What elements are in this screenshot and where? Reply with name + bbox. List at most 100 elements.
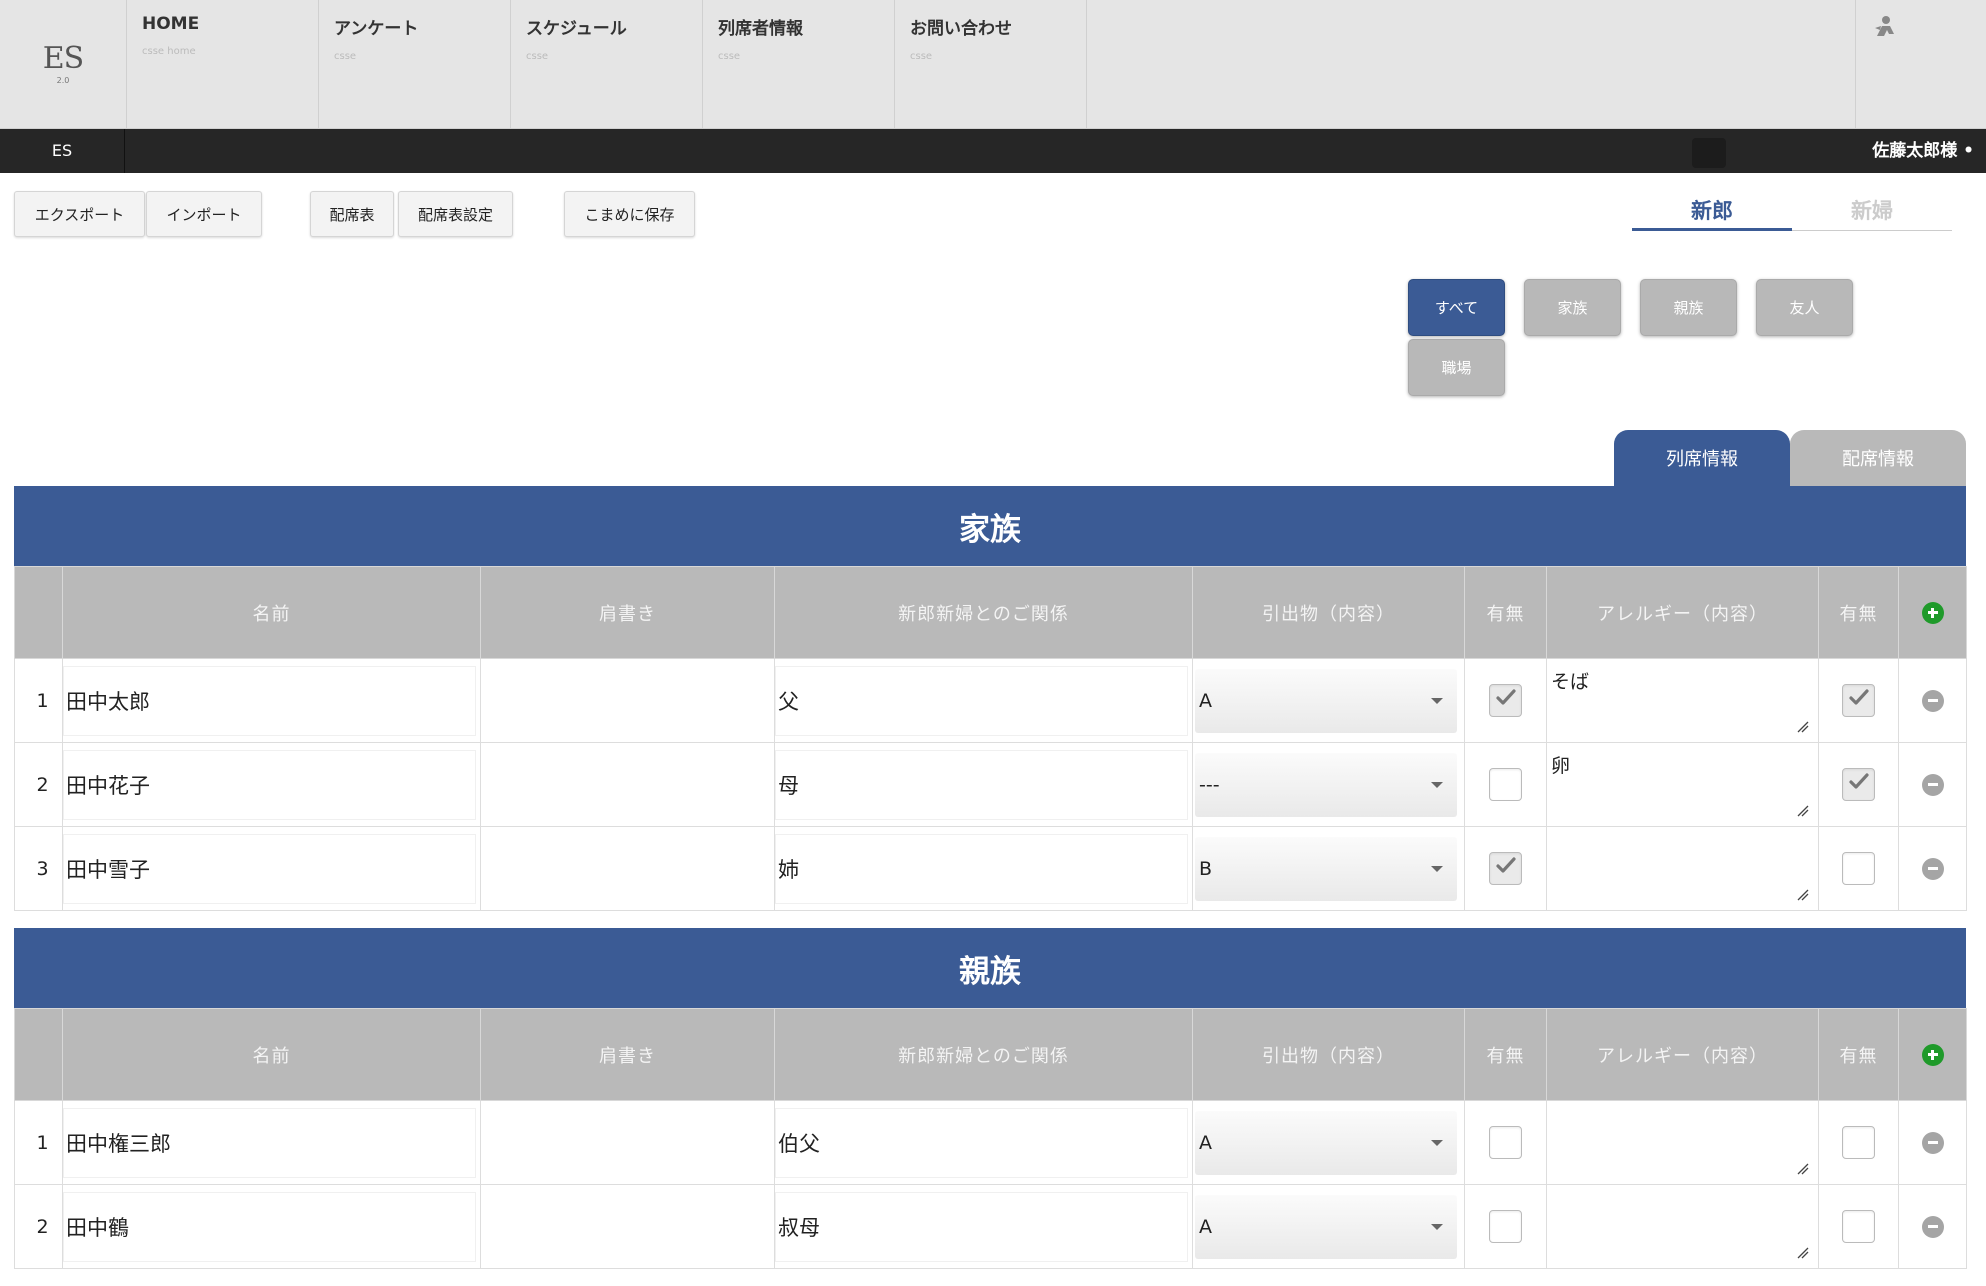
nav-attendees-label: 列席者情報 bbox=[718, 19, 803, 39]
title-input[interactable] bbox=[481, 1192, 770, 1262]
allergy-textarea[interactable]: 卵 bbox=[1549, 749, 1813, 821]
relation-input[interactable]: 叔母 bbox=[775, 1191, 1188, 1262]
chevron-down-icon bbox=[1431, 697, 1443, 704]
gift-select-value: A bbox=[1199, 1215, 1212, 1238]
add-row-icon[interactable] bbox=[1921, 1043, 1944, 1066]
filter-work[interactable]: 職場 bbox=[1408, 339, 1505, 396]
allergy-text: そば bbox=[1551, 670, 1590, 693]
name-cell: 田中太郎 bbox=[62, 658, 481, 743]
col-gift-check: 有無 bbox=[1464, 1008, 1547, 1101]
title-input[interactable] bbox=[481, 750, 770, 820]
es-logo[interactable]: ES 2.0 bbox=[0, 0, 127, 129]
col-add bbox=[1898, 566, 1967, 659]
import-button[interactable]: インポート bbox=[146, 191, 262, 237]
filter-relatives[interactable]: 親族 bbox=[1640, 279, 1737, 336]
table-row: 2 田中鶴 叔母 A bbox=[14, 1184, 1967, 1269]
allergy-checkbox[interactable] bbox=[1842, 768, 1875, 801]
gift-select[interactable]: B bbox=[1195, 836, 1457, 901]
user-menu-button[interactable] bbox=[1856, 0, 1986, 129]
title-input[interactable] bbox=[481, 834, 770, 904]
nav-attendees-sub: csse bbox=[718, 51, 741, 62]
seating-chart-button[interactable]: 配席表 bbox=[310, 191, 394, 237]
remove-row-icon[interactable] bbox=[1921, 857, 1944, 880]
gift-checkbox[interactable] bbox=[1489, 852, 1522, 885]
relation-input[interactable]: 姉 bbox=[775, 833, 1188, 904]
nav-contact-label: お問い合わせ bbox=[910, 19, 1012, 39]
gift-select[interactable]: --- bbox=[1195, 752, 1457, 817]
nav-schedule[interactable]: スケジュール csse bbox=[511, 0, 703, 129]
checkmark-icon bbox=[1848, 688, 1870, 713]
nav-contact[interactable]: お問い合わせ csse bbox=[895, 0, 1087, 129]
remove-row-icon[interactable] bbox=[1921, 1215, 1944, 1238]
allergy-checkbox[interactable] bbox=[1842, 1126, 1875, 1159]
allergy-checkbox[interactable] bbox=[1842, 852, 1875, 885]
tab-groom[interactable]: 新郎 bbox=[1632, 195, 1792, 231]
nav-home-sub: csse home bbox=[142, 46, 196, 57]
tab-attendance-info[interactable]: 列席情報 bbox=[1614, 430, 1790, 486]
col-add bbox=[1898, 1008, 1967, 1101]
relation-input[interactable]: 父 bbox=[775, 665, 1188, 736]
remove-row-icon[interactable] bbox=[1921, 773, 1944, 796]
export-button[interactable]: エクスポート bbox=[14, 191, 145, 237]
chevron-down-icon bbox=[1431, 1139, 1443, 1146]
name-input[interactable]: 田中花子 bbox=[63, 749, 476, 820]
checkmark-icon bbox=[1495, 856, 1517, 881]
name-input[interactable]: 田中鶴 bbox=[63, 1191, 476, 1262]
allergy-cell bbox=[1546, 826, 1819, 911]
allergy-textarea[interactable] bbox=[1549, 1191, 1813, 1263]
user-name[interactable]: 佐藤太郎様 • bbox=[1872, 129, 1974, 173]
relation-cell: 父 bbox=[774, 658, 1193, 743]
allergy-checkbox[interactable] bbox=[1842, 1210, 1875, 1243]
col-name: 名前 bbox=[62, 1008, 481, 1101]
nav-home[interactable]: HOME csse home bbox=[127, 0, 319, 129]
table-row: 1 田中権三郎 伯父 A bbox=[14, 1100, 1967, 1185]
allergy-textarea[interactable] bbox=[1549, 1107, 1813, 1179]
autosave-button[interactable]: こまめに保存 bbox=[564, 191, 695, 237]
gift-cell: A bbox=[1192, 658, 1465, 743]
relation-input[interactable]: 伯父 bbox=[775, 1107, 1188, 1178]
remove-cell bbox=[1898, 742, 1967, 827]
remove-cell bbox=[1898, 1184, 1967, 1269]
gift-checkbox[interactable] bbox=[1489, 1210, 1522, 1243]
gift-checkbox[interactable] bbox=[1489, 768, 1522, 801]
seating-settings-button[interactable]: 配席表設定 bbox=[398, 191, 513, 237]
gift-select[interactable]: A bbox=[1195, 668, 1457, 733]
nav-attendees[interactable]: 列席者情報 csse bbox=[703, 0, 895, 129]
name-input[interactable]: 田中雪子 bbox=[63, 833, 476, 904]
nav-survey[interactable]: アンケート csse bbox=[319, 0, 511, 129]
allergy-check-cell bbox=[1818, 1100, 1899, 1185]
gift-select[interactable]: A bbox=[1195, 1194, 1457, 1259]
allergy-textarea[interactable] bbox=[1549, 833, 1813, 905]
name-input[interactable]: 田中権三郎 bbox=[63, 1107, 476, 1178]
nav-schedule-label: スケジュール bbox=[526, 19, 627, 39]
name-cell: 田中雪子 bbox=[62, 826, 481, 911]
filter-all[interactable]: すべて bbox=[1408, 279, 1505, 336]
gift-select[interactable]: A bbox=[1195, 1110, 1457, 1175]
filter-friends[interactable]: 友人 bbox=[1756, 279, 1853, 336]
section-title-family: 家族 bbox=[14, 486, 1966, 566]
remove-row-icon[interactable] bbox=[1921, 1131, 1944, 1154]
table-header-row: 名前 肩書き 新郎新婦とのご関係 引出物（内容） 有無 アレルギー（内容） 有無 bbox=[14, 566, 1967, 659]
remove-row-icon[interactable] bbox=[1921, 689, 1944, 712]
bar-square-button[interactable] bbox=[1692, 138, 1726, 168]
name-cell: 田中鶴 bbox=[62, 1184, 481, 1269]
tab-bride[interactable]: 新婦 bbox=[1792, 195, 1952, 231]
nav-survey-sub: csse bbox=[334, 51, 357, 62]
gift-cell: --- bbox=[1192, 742, 1465, 827]
name-input[interactable]: 田中太郎 bbox=[63, 665, 476, 736]
gift-select-value: A bbox=[1199, 689, 1212, 712]
title-input[interactable] bbox=[481, 1108, 770, 1178]
nav-contact-sub: csse bbox=[910, 51, 933, 62]
allergy-textarea[interactable]: そば bbox=[1549, 665, 1813, 737]
filter-family[interactable]: 家族 bbox=[1524, 279, 1621, 336]
gift-checkbox[interactable] bbox=[1489, 684, 1522, 717]
col-allergy: アレルギー（内容） bbox=[1546, 1008, 1819, 1101]
allergy-checkbox[interactable] bbox=[1842, 684, 1875, 717]
add-row-icon[interactable] bbox=[1921, 601, 1944, 624]
tab-seating-info[interactable]: 配席情報 bbox=[1790, 430, 1966, 486]
sub-header-label: ES bbox=[0, 129, 125, 173]
relation-input[interactable]: 母 bbox=[775, 749, 1188, 820]
nav-spacer bbox=[1087, 0, 1856, 128]
title-input[interactable] bbox=[481, 666, 770, 736]
gift-checkbox[interactable] bbox=[1489, 1126, 1522, 1159]
